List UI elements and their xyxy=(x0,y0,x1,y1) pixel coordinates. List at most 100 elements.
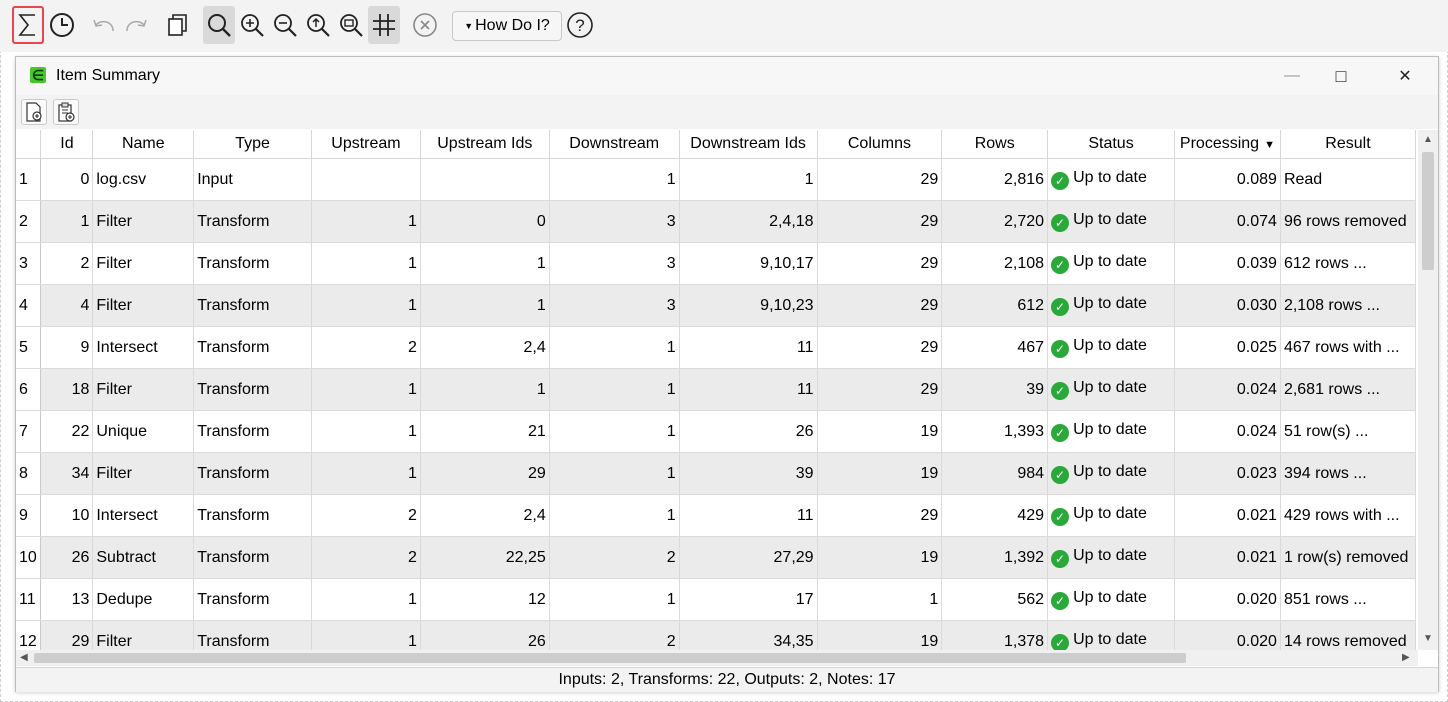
name-cell[interactable]: Filter xyxy=(92,620,195,650)
downstream-cell[interactable]: 1 xyxy=(549,326,680,369)
status-cell[interactable]: ✓ Up to date xyxy=(1047,284,1175,327)
name-cell[interactable]: Filter xyxy=(92,368,195,411)
scroll-left-arrow-icon[interactable]: ◀ xyxy=(20,652,28,663)
downstream-ids-cell[interactable]: 11 xyxy=(679,494,818,537)
status-cell[interactable]: ✓ Up to date xyxy=(1047,536,1175,579)
status-cell[interactable]: ✓ Up to date xyxy=(1047,242,1175,285)
scroll-down-arrow-icon[interactable]: ▼ xyxy=(1423,633,1433,644)
copy-icon[interactable] xyxy=(162,6,194,44)
processing-cell[interactable]: 0.023 xyxy=(1174,452,1281,495)
downstream-ids-cell[interactable]: 11 xyxy=(679,368,818,411)
rows-cell[interactable]: 612 xyxy=(941,284,1049,327)
rows-cell[interactable]: 429 xyxy=(941,494,1049,537)
processing-cell[interactable]: 0.039 xyxy=(1174,242,1281,285)
minimize-button[interactable]: — xyxy=(1272,61,1312,91)
table-row[interactable]: 2 1 Filter Transform 1 0 3 2,4,18 29 2,720 ✓ Up to … xyxy=(16,200,1416,243)
close-button[interactable]: ✕ xyxy=(1385,61,1425,91)
downstream-cell[interactable]: 1 xyxy=(549,578,680,621)
downstream-ids-cell[interactable]: 34,35 xyxy=(679,620,818,650)
rows-cell[interactable]: 1,393 xyxy=(941,410,1049,453)
result-cell[interactable]: Read xyxy=(1280,158,1416,201)
upstream-ids-cell[interactable]: 21 xyxy=(420,410,550,453)
row-number-cell[interactable]: 2 xyxy=(16,200,42,243)
downstream-ids-cell[interactable]: 39 xyxy=(679,452,818,495)
upstream-ids-cell[interactable]: 22,25 xyxy=(420,536,550,579)
id-cell[interactable]: 34 xyxy=(40,452,94,495)
status-cell[interactable]: ✓ Up to date xyxy=(1047,326,1175,369)
scroll-right-arrow-icon[interactable]: ▶ xyxy=(1402,652,1410,663)
columns-cell[interactable]: 29 xyxy=(817,158,943,201)
downstream-ids-cell[interactable]: 11 xyxy=(679,326,818,369)
id-cell[interactable]: 13 xyxy=(40,578,94,621)
id-cell[interactable]: 22 xyxy=(40,410,94,453)
downstream-cell[interactable]: 3 xyxy=(549,242,680,285)
upstream-cell[interactable] xyxy=(311,158,421,201)
maximize-button[interactable]: □ xyxy=(1321,61,1361,91)
processing-cell[interactable]: 0.074 xyxy=(1174,200,1281,243)
table-row[interactable]: 8 34 Filter Transform 1 29 1 39 19 984 ✓ Up to date… xyxy=(16,452,1416,495)
id-cell[interactable]: 29 xyxy=(40,620,94,650)
cancel-icon[interactable] xyxy=(409,6,441,44)
zoom-out-icon[interactable] xyxy=(269,6,301,44)
id-cell[interactable]: 26 xyxy=(40,536,94,579)
result-cell[interactable]: 394 rows ... xyxy=(1280,452,1416,495)
name-cell[interactable]: Intersect xyxy=(92,326,195,369)
downstream-ids-cell[interactable]: 17 xyxy=(679,578,818,621)
columns-cell[interactable]: 19 xyxy=(817,452,943,495)
result-cell[interactable]: 612 rows ... xyxy=(1280,242,1416,285)
upstream-ids-cell[interactable]: 2,4 xyxy=(420,326,550,369)
name-cell[interactable]: log.csv xyxy=(92,158,195,201)
name-cell[interactable]: Filter xyxy=(92,452,195,495)
rows-cell[interactable]: 2,816 xyxy=(941,158,1049,201)
upstream-cell[interactable]: 1 xyxy=(311,284,421,327)
status-cell[interactable]: ✓ Up to date xyxy=(1047,158,1175,201)
processing-cell[interactable]: 0.024 xyxy=(1174,368,1281,411)
upstream-cell[interactable]: 1 xyxy=(311,242,421,285)
type-cell[interactable]: Transform xyxy=(193,242,313,285)
vertical-scroll-thumb[interactable] xyxy=(1422,152,1434,270)
col-header-processing[interactable]: Processing ▼ xyxy=(1174,130,1281,159)
id-cell[interactable]: 0 xyxy=(40,158,94,201)
row-number-cell[interactable]: 9 xyxy=(16,494,42,537)
table-row[interactable]: 11 13 Dedupe Transform 1 12 1 17 1 562 ✓ Up to date… xyxy=(16,578,1416,621)
row-number-cell[interactable]: 8 xyxy=(16,452,42,495)
id-cell[interactable]: 18 xyxy=(40,368,94,411)
type-cell[interactable]: Input xyxy=(193,158,313,201)
result-cell[interactable]: 14 rows removed xyxy=(1280,620,1416,650)
row-number-cell[interactable]: 5 xyxy=(16,326,42,369)
rows-cell[interactable]: 2,108 xyxy=(941,242,1049,285)
result-cell[interactable]: 429 rows with ... xyxy=(1280,494,1416,537)
redo-icon[interactable] xyxy=(120,6,152,44)
name-cell[interactable]: Unique xyxy=(92,410,195,453)
row-number-cell[interactable]: 6 xyxy=(16,368,42,411)
type-cell[interactable]: Transform xyxy=(193,452,313,495)
col-header-columns[interactable]: Columns xyxy=(817,130,943,159)
status-cell[interactable]: ✓ Up to date xyxy=(1047,620,1175,650)
type-cell[interactable]: Transform xyxy=(193,326,313,369)
col-header-downstream[interactable]: Downstream xyxy=(549,130,680,159)
col-header-upstream[interactable]: Upstream xyxy=(311,130,421,159)
window-titlebar[interactable]: ∈ Item Summary — □ ✕ xyxy=(16,57,1438,95)
table-row[interactable]: 1 0 log.csv Input 1 1 29 2,816 ✓ Up to date 0.089 R… xyxy=(16,158,1416,201)
col-header-upstream-ids[interactable]: Upstream Ids xyxy=(420,130,550,159)
upstream-ids-cell[interactable]: 26 xyxy=(420,620,550,650)
rows-cell[interactable]: 467 xyxy=(941,326,1049,369)
columns-cell[interactable]: 19 xyxy=(817,410,943,453)
zoom-selection-icon[interactable] xyxy=(335,6,367,44)
col-header-rows[interactable]: Rows xyxy=(941,130,1049,159)
row-number-cell[interactable]: 7 xyxy=(16,410,42,453)
upstream-cell[interactable]: 2 xyxy=(311,536,421,579)
table-row[interactable]: 12 29 Filter Transform 1 26 2 34,35 19 1,378 ✓ Up t… xyxy=(16,620,1416,650)
downstream-cell[interactable]: 1 xyxy=(549,158,680,201)
row-number-cell[interactable]: 3 xyxy=(16,242,42,285)
downstream-ids-cell[interactable]: 9,10,23 xyxy=(679,284,818,327)
status-cell[interactable]: ✓ Up to date xyxy=(1047,494,1175,537)
corner-header[interactable] xyxy=(16,130,42,159)
col-header-result[interactable]: Result xyxy=(1280,130,1416,159)
status-cell[interactable]: ✓ Up to date xyxy=(1047,368,1175,411)
columns-cell[interactable]: 29 xyxy=(817,242,943,285)
col-header-status[interactable]: Status xyxy=(1047,130,1175,159)
upstream-cell[interactable]: 1 xyxy=(311,368,421,411)
type-cell[interactable]: Transform xyxy=(193,410,313,453)
horizontal-scrollbar[interactable]: ◀ ▶ xyxy=(16,650,1418,666)
